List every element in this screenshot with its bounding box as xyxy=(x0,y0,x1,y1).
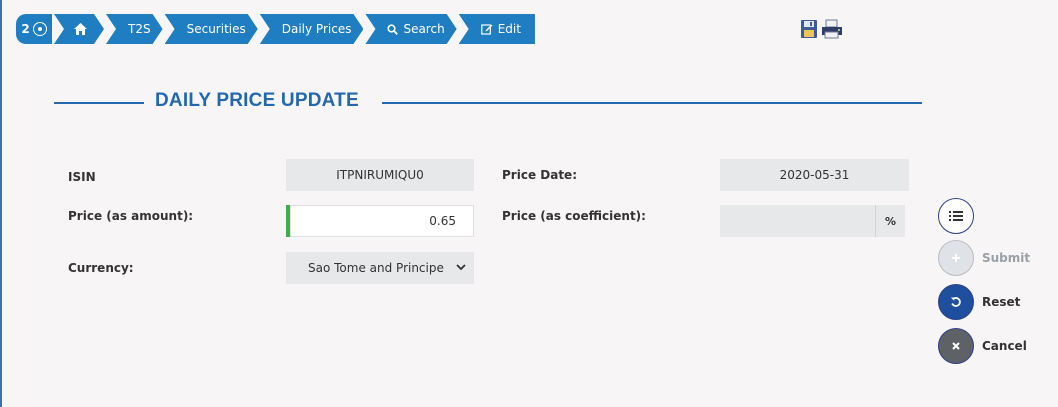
reset-label: Reset xyxy=(982,295,1021,309)
price-coefficient-input[interactable]: % xyxy=(720,205,905,237)
breadcrumb-edit: Edit xyxy=(458,14,535,44)
price-amount-input[interactable]: 0.65 xyxy=(286,205,474,237)
price-date-field: 2020-05-31 xyxy=(720,159,909,191)
currency-label: Currency: xyxy=(68,261,134,275)
cancel-button[interactable] xyxy=(938,328,974,364)
page-title: DAILY PRICE UPDATE xyxy=(155,90,359,111)
edit-icon xyxy=(480,24,493,35)
breadcrumb-t2s[interactable]: T2S xyxy=(106,14,163,44)
breadcrumb-label: Edit xyxy=(497,22,521,36)
percent-addon: % xyxy=(875,205,905,237)
reset-button[interactable] xyxy=(938,284,974,320)
breadcrumb-home[interactable] xyxy=(54,14,104,44)
breadcrumb-label: Search xyxy=(403,22,445,36)
breadcrumb-search[interactable]: Search xyxy=(365,14,456,44)
home-icon xyxy=(74,23,87,35)
eye-icon xyxy=(32,22,47,36)
price-amount-label: Price (as amount): xyxy=(68,209,194,223)
breadcrumb-securities[interactable]: Securities xyxy=(165,14,258,44)
title-line-right xyxy=(382,102,922,104)
reset-icon xyxy=(950,297,961,307)
price-amount-value: 0.65 xyxy=(429,214,456,228)
list-button[interactable] xyxy=(938,198,974,234)
isin-value: ITPNIRUMIQU0 xyxy=(336,168,424,182)
price-coefficient-label: Price (as coefficient): xyxy=(502,209,646,223)
breadcrumb-label: Securities xyxy=(186,22,246,36)
price-date-value: 2020-05-31 xyxy=(779,168,850,182)
list-icon xyxy=(949,211,963,221)
submit-label: Submit xyxy=(982,251,1031,265)
title-line-left xyxy=(54,102,144,104)
currency-value: Sao Tome and Principe xyxy=(308,261,444,275)
toolbar-icons xyxy=(800,19,844,39)
close-icon xyxy=(952,342,960,350)
search-icon xyxy=(387,24,398,35)
breadcrumb-daily-prices[interactable]: Daily Prices xyxy=(260,14,364,44)
breadcrumb-label: T2S xyxy=(128,22,151,36)
breadcrumb-label: Daily Prices xyxy=(281,22,352,36)
currency-select[interactable]: Sao Tome and Principe xyxy=(286,252,474,284)
submit-button[interactable] xyxy=(938,240,974,276)
counter-value: 2 xyxy=(21,22,30,36)
cancel-label: Cancel xyxy=(982,339,1027,353)
open-screens-counter[interactable]: 2 xyxy=(16,14,52,44)
isin-field: ITPNIRUMIQU0 xyxy=(286,159,474,191)
plus-icon xyxy=(952,254,960,262)
print-icon[interactable] xyxy=(820,19,844,39)
price-date-label: Price Date: xyxy=(502,168,577,182)
chevron-down-icon xyxy=(456,264,466,271)
isin-label: ISIN xyxy=(68,170,96,184)
save-icon[interactable] xyxy=(800,19,818,39)
breadcrumb: 2 T2S Securities Daily Prices Search Edi… xyxy=(16,14,535,44)
